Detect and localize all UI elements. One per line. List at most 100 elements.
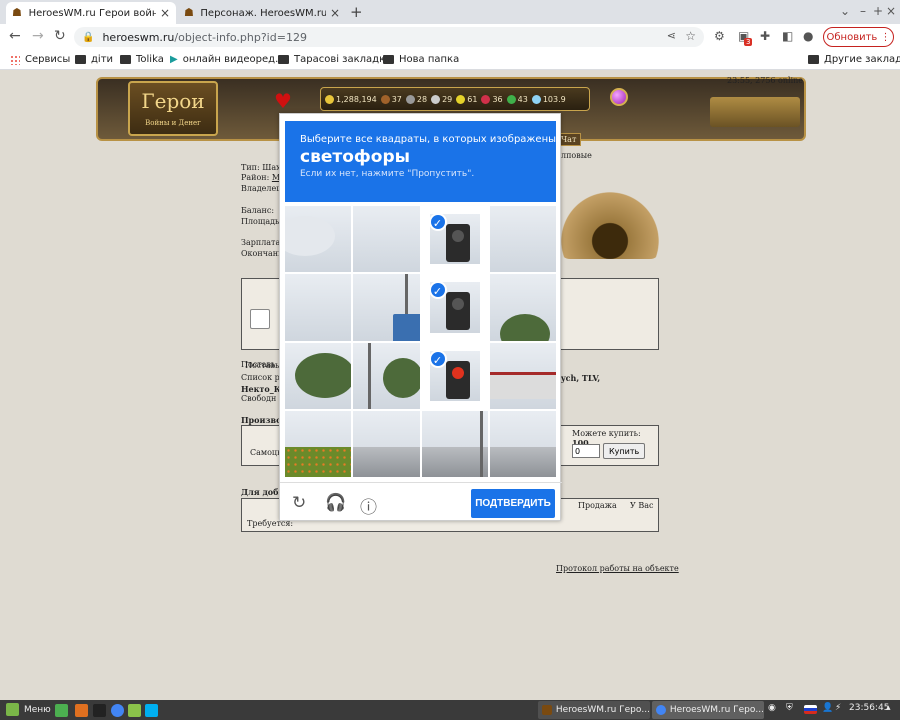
bookmark-video-editor[interactable]: ▶ онлайн видеоред... [170,54,285,65]
captcha-tile[interactable] [421,410,488,477]
tab-heroes-1[interactable]: ☗ HeroesWM.ru Герои войны и Де × [6,2,176,24]
clock[interactable]: 23:56:45 [849,703,889,713]
crystal-resource: 36 [481,94,503,104]
captcha-tile[interactable] [285,206,352,273]
confirm-button[interactable]: ПОДТВЕРДИТЬ [471,489,555,518]
language-flag-icon[interactable] [804,705,817,714]
firefox-icon[interactable] [75,704,88,717]
lock-icon[interactable]: 🔒 [82,32,94,43]
close-icon[interactable]: × [160,6,170,20]
mercury-resource: 29 [431,94,452,104]
headphones-icon[interactable]: 🎧 [325,493,346,513]
supply-checkbox[interactable] [250,309,270,329]
avatar[interactable]: ● [803,29,813,43]
game-logo[interactable]: Герои Войны и Денег [128,81,218,136]
ore-icon [405,94,415,104]
captcha-target: светофоры [300,147,410,167]
info-icon[interactable]: ⓘ [360,493,377,518]
extension-icon[interactable]: ⚙ [714,29,725,43]
mercury-icon [431,94,441,104]
protocol-link[interactable]: Протокол работы на объекте [556,564,679,573]
forward-icon[interactable]: → [32,28,44,44]
address-bar[interactable]: 🔒 heroeswm.ru/object-info.php?id=129 ⋖ ☆ [74,27,704,47]
sulfur-icon [456,94,466,104]
diamond-icon [531,94,541,104]
sidepanel-icon[interactable]: ◧ [782,29,793,43]
puzzle-icon[interactable]: ✚ [760,29,770,43]
reload-icon[interactable]: ↻ [54,28,66,44]
traffic-light [445,292,470,331]
captcha-tile[interactable] [285,342,352,409]
tab-heroes-2[interactable]: ☗ Персонаж. HeroesWM.ru Герои × [178,2,346,24]
worker-name[interactable]: Некто_К [241,384,281,394]
user-icon[interactable]: 👤 [822,703,833,713]
steam-icon[interactable]: ◉ [768,703,776,713]
salary-label: Зарплата: [241,238,283,247]
online-status: 23:55, 2756 online [727,76,804,85]
captcha-tile[interactable] [285,274,352,341]
folder-icon [383,55,394,64]
maximize-icon[interactable]: + [873,4,883,18]
tab-title: Персонаж. HeroesWM.ru Герои [200,7,326,19]
captcha-tile[interactable] [353,342,420,409]
folder-icon [120,55,131,64]
heroes-favicon: ☗ [184,6,194,19]
notifications-icon[interactable]: ▴ [886,703,891,713]
bookmark-label: діти [91,54,114,65]
quantity-input[interactable] [572,444,600,458]
balance-label: Баланс: [241,206,275,215]
close-window-icon[interactable]: × [886,4,896,18]
bookmark-folder[interactable]: Нова папка [383,54,459,65]
shield-icon[interactable]: ⛨ [786,703,793,713]
back-icon[interactable]: ← [9,28,21,44]
mana-orb-icon[interactable] [610,88,628,106]
captcha-tile[interactable] [285,410,352,477]
recaptcha-dialog: Выберите все квадраты, в которых изображ… [279,113,562,521]
bookmark-services[interactable]: Сервисы [10,54,70,65]
road [489,447,556,477]
network-icon[interactable]: ⚡ [835,703,841,713]
heroes-favicon: ☗ [12,6,22,19]
logo-text: Герои [141,89,205,113]
supply-text: Поставь [241,360,276,369]
resource-value: 61 [467,94,478,104]
minimize-icon[interactable]: – [860,4,866,18]
captcha-tile[interactable]: ✓ [429,282,480,333]
chrome-icon[interactable] [111,704,124,717]
taskbar-window[interactable]: HeroesWM.ru Геро... [652,701,764,719]
taskbar-window[interactable]: HeroesWM.ru Геро... [538,701,650,719]
bookmark-folder[interactable]: Тарасові закладки [278,54,392,65]
bookmark-star-icon[interactable]: ☆ [685,29,696,43]
skype-icon[interactable] [145,704,158,717]
reload-icon[interactable]: ↻ [292,493,306,513]
update-button[interactable]: Обновить ⋮ [823,27,894,47]
captcha-tile[interactable]: ✓ [429,350,480,401]
close-icon[interactable]: × [330,6,340,20]
gold-resource: 1,288,194 [325,94,377,104]
captcha-tile[interactable] [489,274,556,341]
bookmark-folder[interactable]: Tolika [120,54,164,65]
gems-icon [506,94,516,104]
files-icon[interactable] [128,704,141,717]
desktop-icon[interactable] [55,704,68,717]
chevron-down-icon[interactable]: ⌄ [840,4,850,18]
buy-button[interactable]: Купить [603,443,646,459]
heart-icon[interactable]: ♥ [274,89,292,113]
url-host: heroeswm.ru [102,30,175,44]
captcha-tile[interactable] [353,410,420,477]
captcha-tile[interactable] [353,274,420,341]
other-bookmarks[interactable]: Другие закладки [808,54,900,65]
captcha-tile[interactable] [489,206,556,273]
new-tab-icon[interactable]: + [350,3,363,21]
captcha-tile[interactable]: ✓ [429,214,480,265]
ore-resource: 28 [405,94,427,104]
terminal-icon[interactable] [93,704,106,717]
bookmark-folder[interactable]: діти [75,54,113,65]
captcha-tile[interactable] [489,410,556,477]
window-label: HeroesWM.ru Геро... [669,705,764,715]
captcha-tile[interactable] [489,342,556,409]
share-icon[interactable]: ⋖ [667,29,676,42]
bookmarks-bar: Сервисы діти Tolika ▶ онлайн видеоред... … [0,50,900,70]
captcha-tile[interactable] [353,206,420,273]
menu-button[interactable]: Меню [6,703,51,716]
